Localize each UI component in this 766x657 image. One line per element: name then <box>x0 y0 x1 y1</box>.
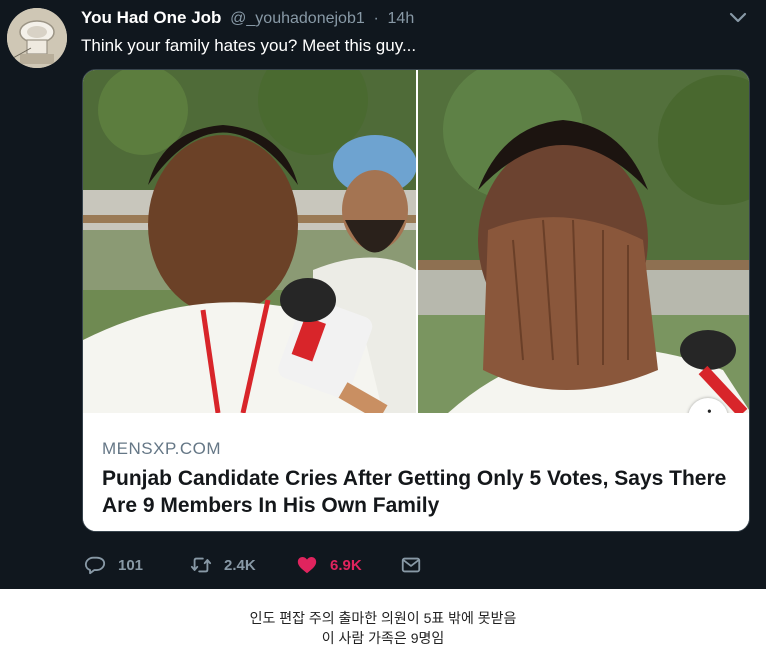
caption: 인도 편잡 주의 출마한 의원이 5표 밖에 못받음 이 사람 가족은 9명임 <box>0 608 766 648</box>
avatar[interactable] <box>7 8 67 68</box>
caption-line-1: 인도 편잡 주의 출마한 의원이 5표 밖에 못받음 <box>249 610 517 626</box>
display-name[interactable]: You Had One Job <box>81 8 221 27</box>
like-count: 6.9K <box>330 556 362 574</box>
card-headline: Punjab Candidate Cries After Getting Onl… <box>102 467 727 517</box>
reply-count: 101 <box>118 556 144 574</box>
heart-icon <box>297 557 317 574</box>
retweet-button[interactable]: 2.4K <box>190 552 256 578</box>
action-bar: 101 2.4K 6.9K <box>84 552 424 578</box>
card-domain: MENSXP.COM <box>102 439 221 458</box>
reply-button[interactable]: 101 <box>84 552 143 578</box>
share-icon <box>401 557 421 573</box>
handle[interactable]: @_youhadonejob1 <box>230 10 365 27</box>
share-button[interactable] <box>400 552 422 578</box>
retweet-icon <box>190 557 212 573</box>
toilet-avatar-icon <box>7 8 67 68</box>
chevron-down-icon[interactable] <box>728 10 748 26</box>
card-image <box>83 70 749 413</box>
retweet-count: 2.4K <box>224 556 256 574</box>
reply-icon <box>84 556 106 575</box>
tweet-author-row: You Had One Job @_youhadonejob1 · 14h <box>81 8 414 28</box>
caption-line-2: 이 사람 가족은 9명임 <box>321 630 445 646</box>
timestamp[interactable]: 14h <box>388 10 415 27</box>
tweet-text: Think your family hates you? Meet this g… <box>81 36 417 55</box>
card-body: MENSXP.COM Punjab Candidate Cries After … <box>83 413 749 531</box>
separator: · <box>373 10 379 27</box>
tweet-container: You Had One Job @_youhadonejob1 · 14h Th… <box>0 0 766 589</box>
link-card[interactable]: i MENSXP.COM Punjab Candidate Cries Afte… <box>82 69 750 532</box>
like-button[interactable]: 6.9K <box>296 552 362 578</box>
